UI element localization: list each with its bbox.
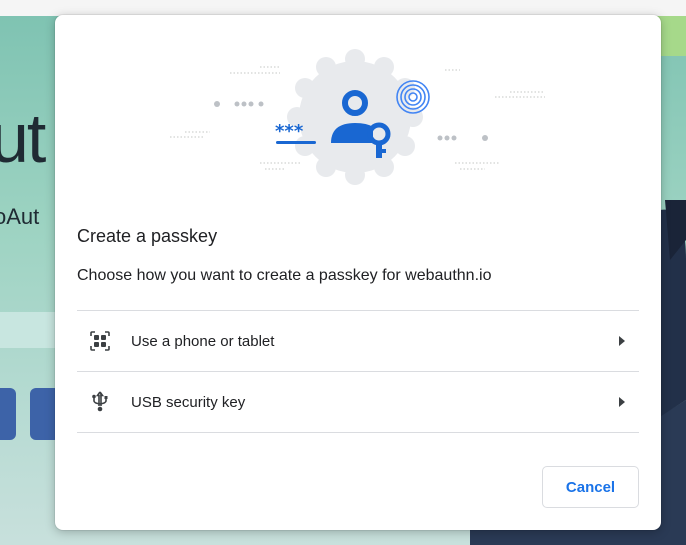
- passkey-illustration: ***: [170, 49, 545, 185]
- background-button: [0, 388, 16, 440]
- background-subtitle: oAut: [0, 204, 40, 229]
- usb-icon: [87, 389, 113, 415]
- qr-code-icon: [87, 328, 113, 354]
- svg-text:***: ***: [275, 121, 304, 142]
- option-phone-or-tablet[interactable]: Use a phone or tablet: [77, 310, 639, 371]
- option-usb-security-key[interactable]: USB security key: [77, 371, 639, 433]
- cancel-button[interactable]: Cancel: [542, 466, 639, 508]
- browser-top-bar: [0, 0, 686, 16]
- passkey-options-list: Use a phone or tablet USB security key: [77, 310, 639, 433]
- chevron-right-icon: [619, 336, 625, 346]
- dialog-subtitle: Choose how you want to create a passkey …: [77, 267, 492, 284]
- background-input-bar: [0, 312, 60, 348]
- chevron-right-icon: [619, 397, 625, 407]
- option-label: Use a phone or tablet: [131, 332, 275, 350]
- background-hero-text: ut: [0, 99, 46, 177]
- badge-shape: [287, 49, 423, 185]
- option-label: USB security key: [131, 393, 246, 411]
- dialog-title: Create a passkey: [77, 226, 218, 246]
- passkey-dialog: *** Create a passkey Choose how you want…: [55, 15, 661, 530]
